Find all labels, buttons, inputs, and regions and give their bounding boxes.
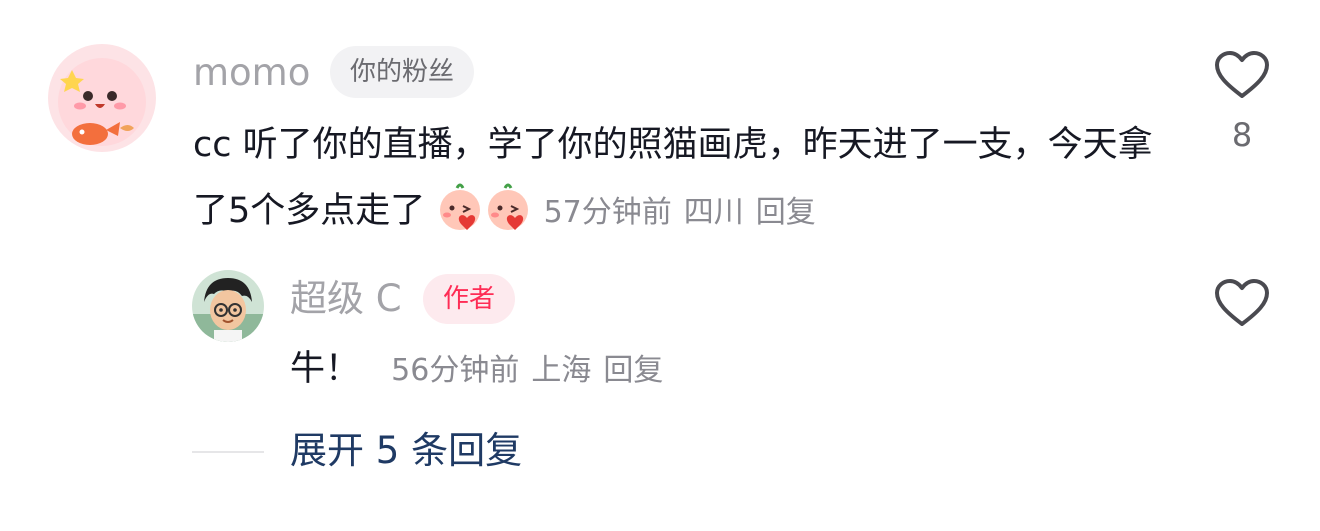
comment-time: 57分钟前 <box>543 195 672 230</box>
reply-meta: 56分钟前 上海 回复 <box>391 353 675 388</box>
author-badge: 作者 <box>423 274 516 324</box>
reply-location: 上海 <box>531 353 592 388</box>
expand-replies-button[interactable]: 展开 5 条回复 <box>290 426 522 476</box>
reply-time: 56分钟前 <box>391 353 520 388</box>
comment-location: 四川 <box>683 195 744 230</box>
kissing-face-emoji-icon <box>437 182 483 254</box>
heart-icon <box>1215 51 1269 98</box>
kissing-face-emoji-icon <box>485 182 531 254</box>
comment-body: cc 听了你的直播，学了你的照猫画虎，昨天进了一支，今天拿了5个多点走了 57分… <box>193 112 1153 254</box>
fan-badge: 你的粉丝 <box>330 46 475 98</box>
reply-body: 牛！ 56分钟前 上海 回复 <box>290 336 675 404</box>
comment-thread: momo 你的粉丝 cc 听了你的直播，学了你的照猫画虎，昨天进了一支，今天拿了… <box>0 0 1320 531</box>
author-name[interactable]: 超级 C <box>290 276 402 322</box>
reply-like-button[interactable] <box>1214 278 1270 328</box>
divider <box>192 451 264 453</box>
author-avatar[interactable] <box>192 270 264 342</box>
commenter-avatar[interactable] <box>48 44 156 152</box>
comment-meta: 57分钟前 四川 回复 <box>544 195 828 230</box>
heart-icon <box>1215 279 1269 326</box>
reply-text: 牛！ <box>290 349 361 389</box>
like-button[interactable] <box>1214 50 1270 100</box>
reply-button[interactable]: 回复 <box>756 195 816 230</box>
commenter-name[interactable]: momo <box>193 50 310 96</box>
reply-reply-button[interactable]: 回复 <box>603 353 663 388</box>
like-count: 8 <box>1231 116 1253 154</box>
